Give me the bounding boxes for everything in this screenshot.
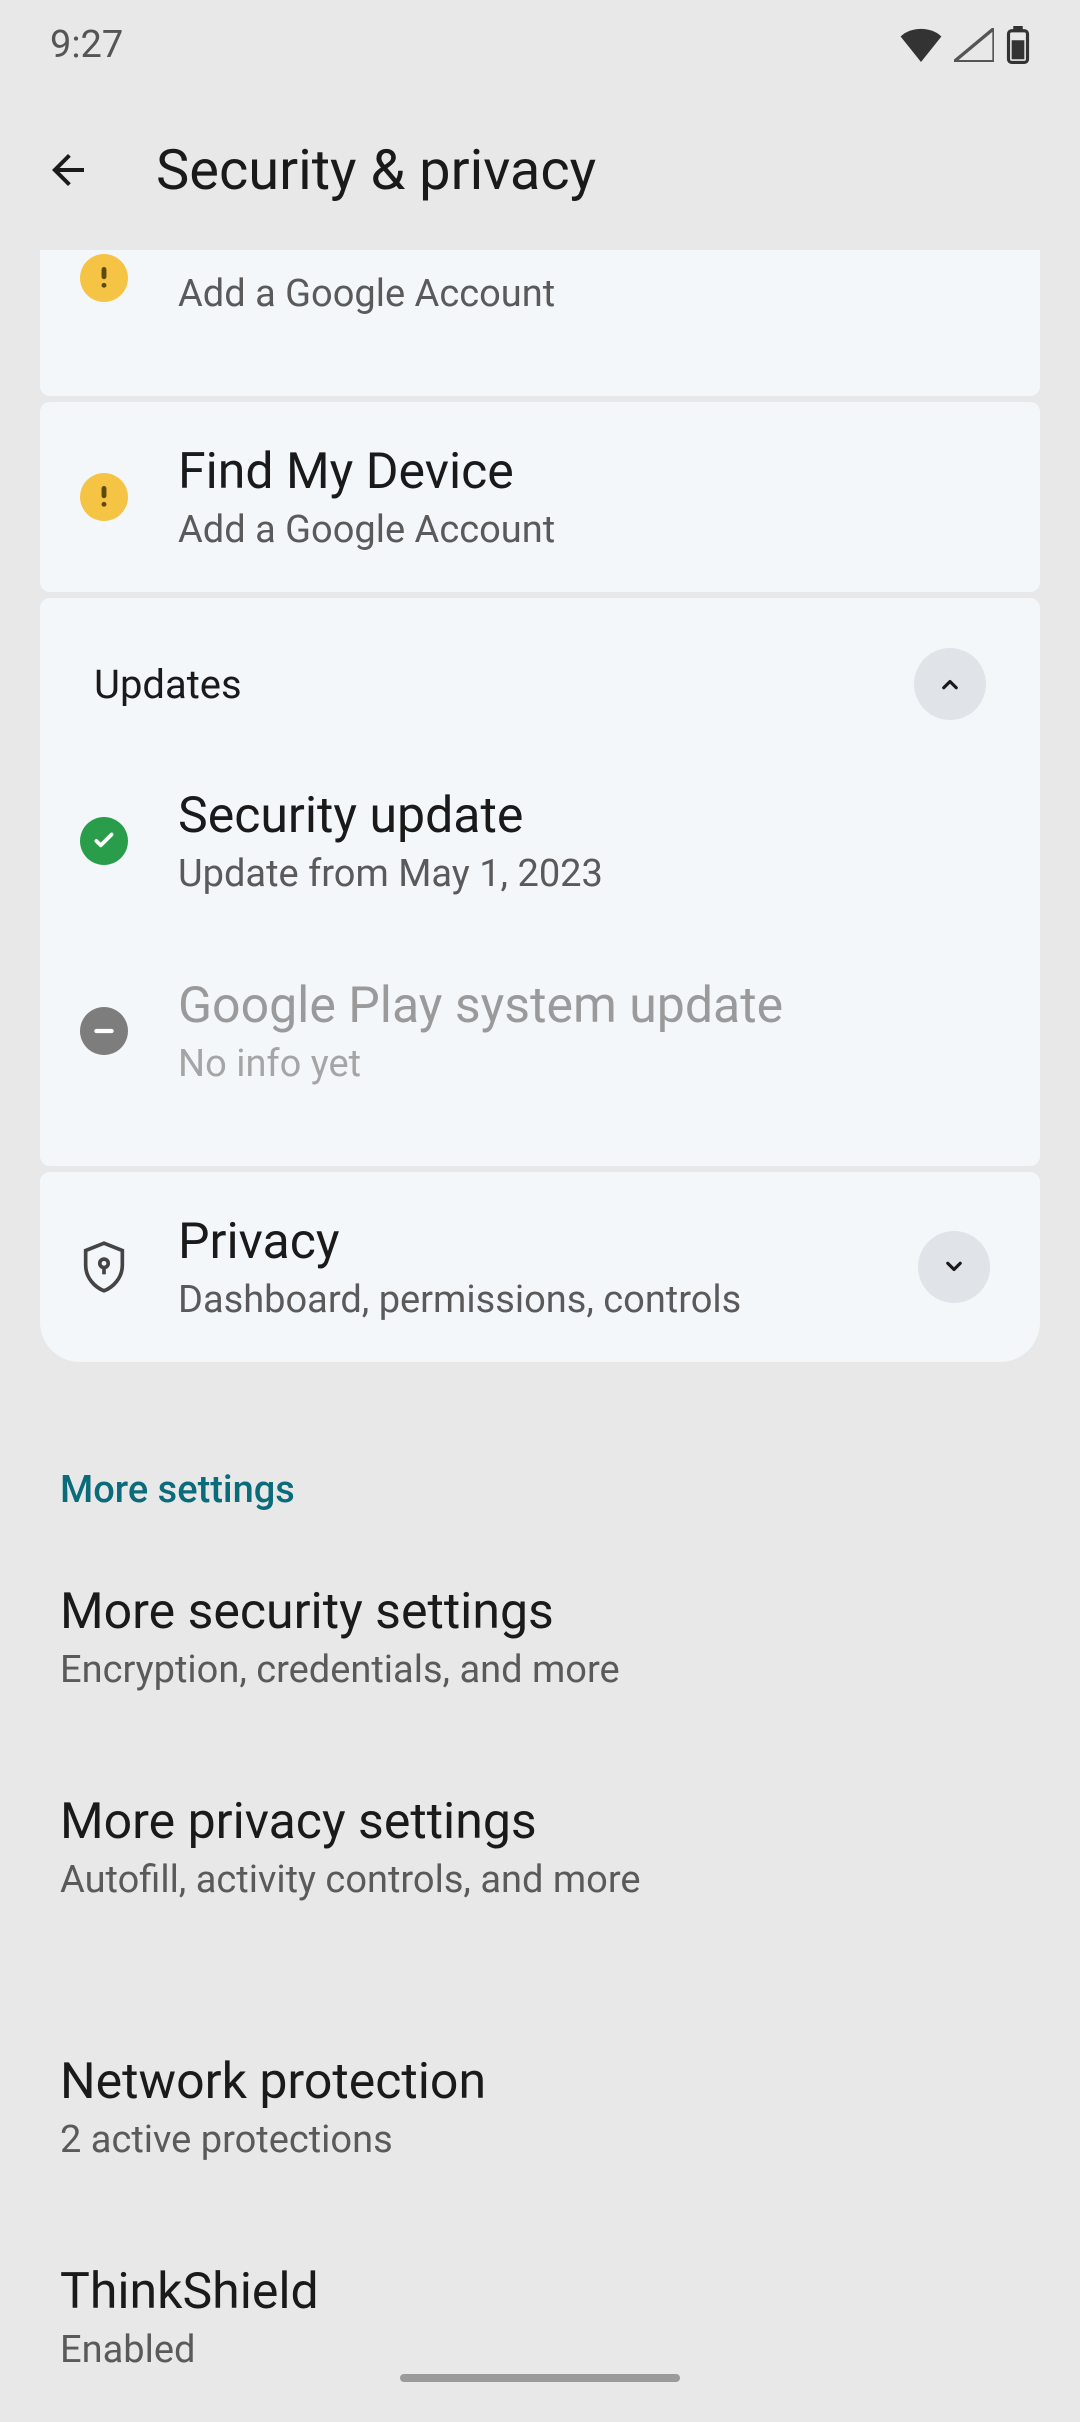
item-title: More privacy settings bbox=[60, 1792, 1020, 1852]
minus-icon bbox=[80, 1007, 128, 1055]
item-title: ThinkShield bbox=[60, 2262, 1020, 2322]
status-icons bbox=[900, 26, 1030, 64]
app-header: Security & privacy bbox=[0, 90, 1080, 250]
check-icon bbox=[80, 817, 128, 865]
card-subtitle: Dashboard, permissions, controls bbox=[178, 1278, 868, 1322]
item-subtitle: Autofill, activity controls, and more bbox=[60, 1858, 1020, 1902]
collapse-button[interactable] bbox=[914, 648, 986, 720]
warning-icon bbox=[80, 254, 128, 302]
item-subtitle: Enabled bbox=[60, 2328, 1020, 2372]
card-title: Privacy bbox=[178, 1212, 868, 1272]
item-title: More security settings bbox=[60, 1582, 1020, 1642]
chevron-down-icon bbox=[939, 1252, 969, 1282]
card-subtitle: Add a Google Account bbox=[178, 272, 990, 316]
status-time: 9:27 bbox=[50, 23, 123, 67]
card-text: Privacy Dashboard, permissions, controls bbox=[178, 1212, 868, 1322]
updates-card: Updates Security update Update from May … bbox=[40, 598, 1040, 1166]
item-subtitle: Encryption, credentials, and more bbox=[60, 1648, 1020, 1692]
content-area: Add a Google Account Find My Device Add … bbox=[0, 250, 1080, 2422]
card-text: Google Play system update No info yet bbox=[178, 976, 990, 1086]
find-my-device-card[interactable]: Find My Device Add a Google Account bbox=[40, 402, 1040, 592]
google-account-card[interactable]: Add a Google Account bbox=[40, 250, 1040, 396]
updates-title: Updates bbox=[94, 661, 242, 708]
item-subtitle: Update from May 1, 2023 bbox=[178, 852, 990, 896]
wifi-icon bbox=[900, 28, 942, 62]
nav-handle[interactable] bbox=[400, 2374, 680, 2382]
warning-icon bbox=[80, 473, 128, 521]
expand-button[interactable] bbox=[918, 1231, 990, 1303]
more-security-settings-item[interactable]: More security settings Encryption, crede… bbox=[0, 1532, 1080, 1742]
thinkshield-item[interactable]: ThinkShield Enabled bbox=[0, 2212, 1080, 2422]
battery-icon bbox=[1006, 26, 1030, 64]
cell-signal-icon bbox=[954, 28, 994, 62]
privacy-card[interactable]: Privacy Dashboard, permissions, controls bbox=[40, 1172, 1040, 1362]
chevron-up-icon bbox=[935, 669, 965, 699]
card-text: Add a Google Account bbox=[178, 266, 990, 316]
more-privacy-settings-item[interactable]: More privacy settings Autofill, activity… bbox=[0, 1742, 1080, 1952]
play-system-update-item[interactable]: Google Play system update No info yet bbox=[40, 936, 1040, 1126]
item-title: Google Play system update bbox=[178, 976, 990, 1036]
updates-header[interactable]: Updates bbox=[40, 598, 1040, 746]
shield-icon bbox=[82, 1241, 126, 1293]
card-title: Find My Device bbox=[178, 442, 990, 502]
item-title: Network protection bbox=[60, 2052, 1020, 2112]
card-text: Find My Device Add a Google Account bbox=[178, 442, 990, 552]
item-subtitle: 2 active protections bbox=[60, 2118, 1020, 2162]
item-title: Security update bbox=[178, 786, 990, 846]
item-subtitle: No info yet bbox=[178, 1042, 990, 1086]
card-text: Security update Update from May 1, 2023 bbox=[178, 786, 990, 896]
status-bar: 9:27 bbox=[0, 0, 1080, 90]
network-protection-item[interactable]: Network protection 2 active protections bbox=[0, 1952, 1080, 2212]
back-button[interactable] bbox=[40, 142, 96, 198]
arrow-left-icon bbox=[44, 146, 92, 194]
more-settings-header: More settings bbox=[0, 1368, 1080, 1532]
security-update-item[interactable]: Security update Update from May 1, 2023 bbox=[40, 746, 1040, 936]
card-subtitle: Add a Google Account bbox=[178, 508, 990, 552]
page-title: Security & privacy bbox=[156, 137, 596, 203]
